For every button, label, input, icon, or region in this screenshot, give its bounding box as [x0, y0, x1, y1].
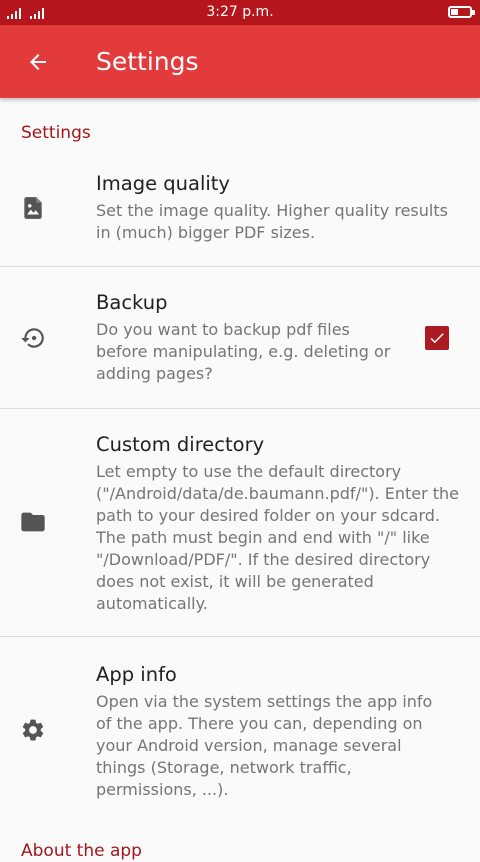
back-button[interactable] [14, 38, 62, 86]
status-bar: 3:27 p.m. [0, 0, 480, 25]
pref-backup[interactable]: Backup Do you want to backup pdf files b… [0, 267, 480, 408]
category-header-about: About the app [21, 841, 142, 861]
pref-custom-directory[interactable]: Custom directory Let empty to use the de… [0, 409, 480, 636]
arrow-back-icon [30, 54, 46, 70]
pref-app-info[interactable]: App info Open via the system settings th… [0, 637, 480, 827]
folder-icon [17, 506, 49, 538]
backup-checkbox[interactable] [425, 326, 449, 350]
page-title: Settings [96, 47, 199, 76]
pref-title: Image quality [96, 172, 230, 195]
battery-icon [448, 6, 475, 18]
gear-icon [17, 714, 49, 746]
pref-summary: Open via the system settings the app inf… [96, 692, 433, 799]
pref-summary: Set the image quality. Higher quality re… [96, 201, 448, 242]
pref-summary: Do you want to backup pdf files before m… [96, 320, 391, 383]
pref-title: Custom directory [96, 433, 265, 456]
image-icon [17, 192, 49, 224]
app-bar: Settings [0, 25, 480, 98]
pref-summary: Let empty to use the default directory (… [96, 462, 460, 613]
status-time: 3:27 p.m. [206, 4, 274, 20]
restore-icon [17, 322, 49, 354]
category-header-settings: Settings [21, 123, 91, 143]
pref-title: App info [96, 663, 177, 686]
check-icon [430, 333, 444, 344]
pref-title: Backup [96, 291, 168, 314]
pref-image-quality[interactable]: Image quality Set the image quality. Hig… [0, 160, 480, 266]
